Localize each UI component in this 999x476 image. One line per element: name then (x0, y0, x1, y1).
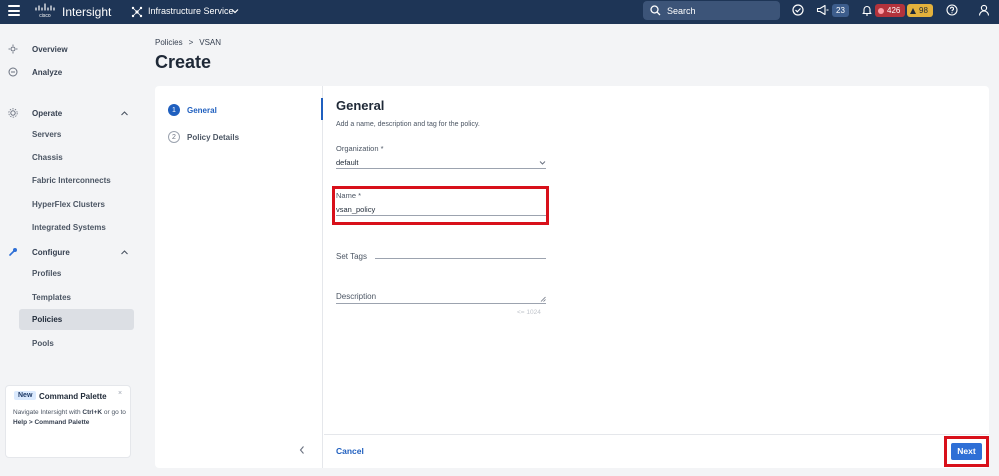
close-icon[interactable]: × (118, 390, 122, 397)
overview-icon (8, 44, 18, 54)
chevron-up-icon[interactable] (120, 248, 129, 257)
critical-alarms-badge[interactable]: 426 (875, 4, 905, 17)
top-bar: cisco Intersight Infrastructure Service … (0, 0, 999, 24)
sidebar: Overview Analyze Operate Servers Chassis… (0, 24, 143, 476)
nav-analyze[interactable]: Analyze (32, 68, 62, 77)
sidebar-item-profiles[interactable]: Profiles (32, 269, 61, 278)
sidebar-item-policies[interactable]: Policies (32, 315, 62, 324)
chevron-down-icon[interactable] (231, 7, 239, 15)
analyze-icon (8, 67, 18, 77)
sidebar-item-fabric-interconnects[interactable]: Fabric Interconnects (32, 176, 111, 185)
operate-icon (8, 108, 18, 118)
service-selector[interactable]: Infrastructure Service (148, 6, 234, 16)
sidebar-item-hyperflex-clusters[interactable]: HyperFlex Clusters (32, 200, 105, 209)
megaphone-icon[interactable] (816, 4, 829, 16)
service-icon[interactable] (131, 6, 143, 18)
nav-overview[interactable]: Overview (32, 45, 68, 54)
form-title: General (336, 98, 385, 113)
next-button-highlight: Next (944, 436, 989, 467)
critical-icon (878, 7, 884, 14)
active-step-indicator (321, 98, 323, 120)
step-policy-details[interactable]: 2 Policy Details (168, 131, 239, 143)
page-title: Create (155, 52, 212, 72)
description-underline (336, 303, 546, 304)
organization-select[interactable]: default (336, 158, 359, 167)
warning-icon (910, 7, 916, 14)
search-label: Search (667, 5, 696, 16)
name-field[interactable]: vsan_policy (336, 205, 375, 214)
set-tags-field[interactable]: Set Tags (336, 252, 367, 261)
cisco-logo-text: cisco (39, 13, 51, 19)
step-label: General (187, 105, 217, 115)
tasks-icon[interactable] (792, 4, 804, 16)
nav-configure[interactable]: Configure (32, 248, 70, 257)
step-label: Policy Details (187, 132, 240, 142)
breadcrumb: Policies > VSAN (155, 38, 221, 47)
sidebar-item-integrated-systems[interactable]: Integrated Systems (32, 223, 106, 232)
cancel-button[interactable]: Cancel (336, 446, 364, 456)
sidebar-item-servers[interactable]: Servers (32, 130, 61, 139)
wizard-steps: 1 General 2 Policy Details (155, 86, 323, 468)
tags-underline (375, 258, 546, 259)
new-badge: New (14, 391, 37, 400)
help-icon[interactable] (946, 4, 958, 16)
next-button[interactable]: Next (951, 443, 982, 460)
critical-alarms-count: 426 (887, 6, 901, 15)
bell-icon[interactable] (861, 4, 873, 16)
nav-operate[interactable]: Operate (32, 109, 62, 118)
name-label: Name * (336, 191, 362, 200)
chevron-up-icon[interactable] (120, 109, 129, 118)
chevron-left-icon[interactable] (298, 445, 306, 455)
organization-underline (336, 168, 546, 169)
breadcrumb-separator: > (188, 38, 194, 47)
configure-icon (9, 248, 17, 256)
chevron-down-icon[interactable] (539, 159, 546, 166)
warning-alarms-badge[interactable]: 98 (907, 4, 933, 17)
step-number: 1 (168, 104, 180, 116)
sidebar-item-templates[interactable]: Templates (32, 293, 71, 302)
command-palette-title: Command Palette (39, 392, 107, 401)
form-subtitle: Add a name, description and tag for the … (336, 121, 480, 128)
footer-divider (324, 434, 989, 435)
announcements-badge[interactable]: 23 (832, 4, 849, 17)
brand-name: Intersight (62, 5, 112, 19)
user-icon[interactable] (978, 4, 990, 16)
breadcrumb-vsan: VSAN (199, 38, 222, 47)
cisco-logo: cisco (35, 3, 55, 19)
step-number: 2 (168, 131, 180, 143)
description-counter: <= 1024 (517, 309, 541, 316)
menu-icon[interactable] (8, 5, 20, 17)
search-box[interactable]: Search (643, 1, 780, 20)
command-palette-text: Navigate Intersight with Ctrl+K or go to… (13, 409, 126, 426)
step-general[interactable]: 1 General (168, 104, 217, 116)
warning-alarms-count: 98 (919, 6, 928, 15)
command-palette-card: New Command Palette × Navigate Intersigh… (5, 385, 131, 458)
wizard-panel: 1 General 2 Policy Details General Add a… (155, 86, 989, 468)
organization-label: Organization * (336, 144, 384, 153)
sidebar-item-pools[interactable]: Pools (32, 339, 54, 348)
sidebar-item-chassis[interactable]: Chassis (32, 153, 63, 162)
description-field[interactable]: Description (336, 292, 376, 301)
resize-handle-icon[interactable] (540, 296, 546, 302)
name-underline (336, 215, 546, 216)
search-icon (650, 5, 661, 16)
breadcrumb-policies[interactable]: Policies (155, 38, 183, 47)
